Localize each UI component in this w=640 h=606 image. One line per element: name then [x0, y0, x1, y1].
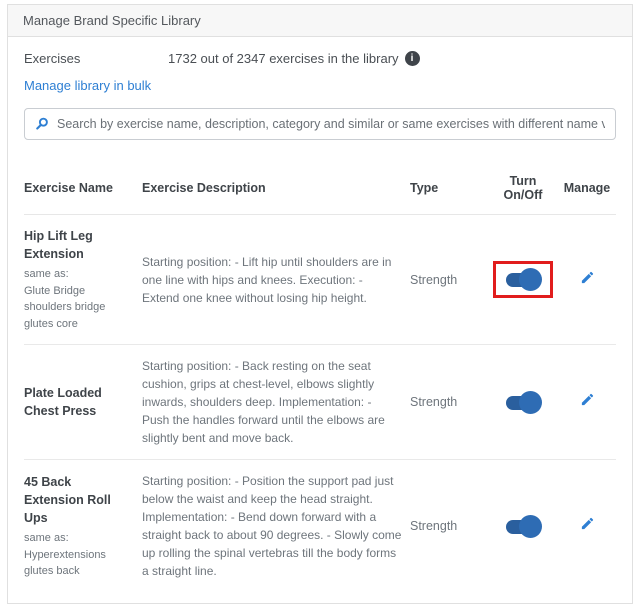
- exercise-type: Strength: [410, 395, 488, 409]
- table-header-row: Exercise Name Exercise Description Type …: [24, 156, 616, 215]
- header-turn-on-off: Turn On/Off: [488, 174, 558, 202]
- toggle-knob: [519, 391, 542, 414]
- toggle-knob: [519, 515, 542, 538]
- table-row: 45 Back Extension Roll Ups same as: Hype…: [24, 460, 616, 592]
- exercise-on-off-toggle[interactable]: [506, 394, 540, 411]
- manage-library-panel: Manage Brand Specific Library Exercises …: [7, 4, 633, 604]
- exercise-aliases: Hyperextensions glutes back: [24, 547, 128, 580]
- exercises-count-text: 1732 out of 2347 exercises in the librar…: [168, 51, 399, 66]
- header-type: Type: [410, 181, 488, 195]
- edit-pencil-icon[interactable]: [580, 392, 595, 407]
- toggle-cell: [488, 261, 558, 298]
- header-exercise-description: Exercise Description: [142, 181, 410, 195]
- exercise-name: Hip Lift Leg Extension: [24, 227, 128, 263]
- exercises-summary: Exercises 1732 out of 2347 exercises in …: [24, 51, 616, 66]
- toggle-highlight-box: [493, 261, 553, 298]
- table-row: Plate Loaded Chest Press Starting positi…: [24, 345, 616, 460]
- manage-bulk-link[interactable]: Manage library in bulk: [24, 78, 151, 93]
- header-exercise-name: Exercise Name: [24, 181, 142, 195]
- exercise-description: Starting position: - Lift hip until shou…: [142, 253, 410, 307]
- same-as-label: same as:: [24, 266, 128, 283]
- manage-cell: [558, 270, 616, 290]
- exercise-name-cell: Hip Lift Leg Extension same as: Glute Br…: [24, 227, 128, 332]
- edit-pencil-icon[interactable]: [580, 516, 595, 531]
- exercise-name: Plate Loaded Chest Press: [24, 384, 128, 420]
- manage-cell: [558, 392, 616, 412]
- exercises-label: Exercises: [24, 51, 168, 66]
- panel-title: Manage Brand Specific Library: [8, 5, 632, 37]
- exercise-on-off-toggle[interactable]: [506, 518, 540, 535]
- exercise-type: Strength: [410, 519, 488, 533]
- exercise-description: Starting position: - Position the suppor…: [142, 472, 410, 580]
- search-bar: [24, 108, 616, 140]
- header-manage: Manage: [558, 181, 616, 195]
- toggle-cell: [488, 517, 558, 535]
- exercise-description: Starting position: - Back resting on the…: [142, 357, 410, 447]
- search-icon: [35, 117, 49, 131]
- exercise-name: 45 Back Extension Roll Ups: [24, 473, 128, 527]
- manage-cell: [558, 516, 616, 536]
- edit-pencil-icon[interactable]: [580, 270, 595, 285]
- toggle-knob: [519, 268, 542, 291]
- toggle-cell: [488, 393, 558, 411]
- table-row: Hip Lift Leg Extension same as: Glute Br…: [24, 215, 616, 345]
- exercise-type: Strength: [410, 273, 488, 287]
- exercise-name-cell: Plate Loaded Chest Press: [24, 384, 128, 420]
- exercise-aliases: Glute Bridge shoulders bridge glutes cor…: [24, 283, 128, 333]
- exercise-on-off-toggle[interactable]: [506, 271, 540, 288]
- search-input[interactable]: [57, 117, 605, 131]
- same-as-label: same as:: [24, 530, 128, 547]
- exercise-name-cell: 45 Back Extension Roll Ups same as: Hype…: [24, 473, 128, 580]
- info-icon[interactable]: i: [405, 51, 420, 66]
